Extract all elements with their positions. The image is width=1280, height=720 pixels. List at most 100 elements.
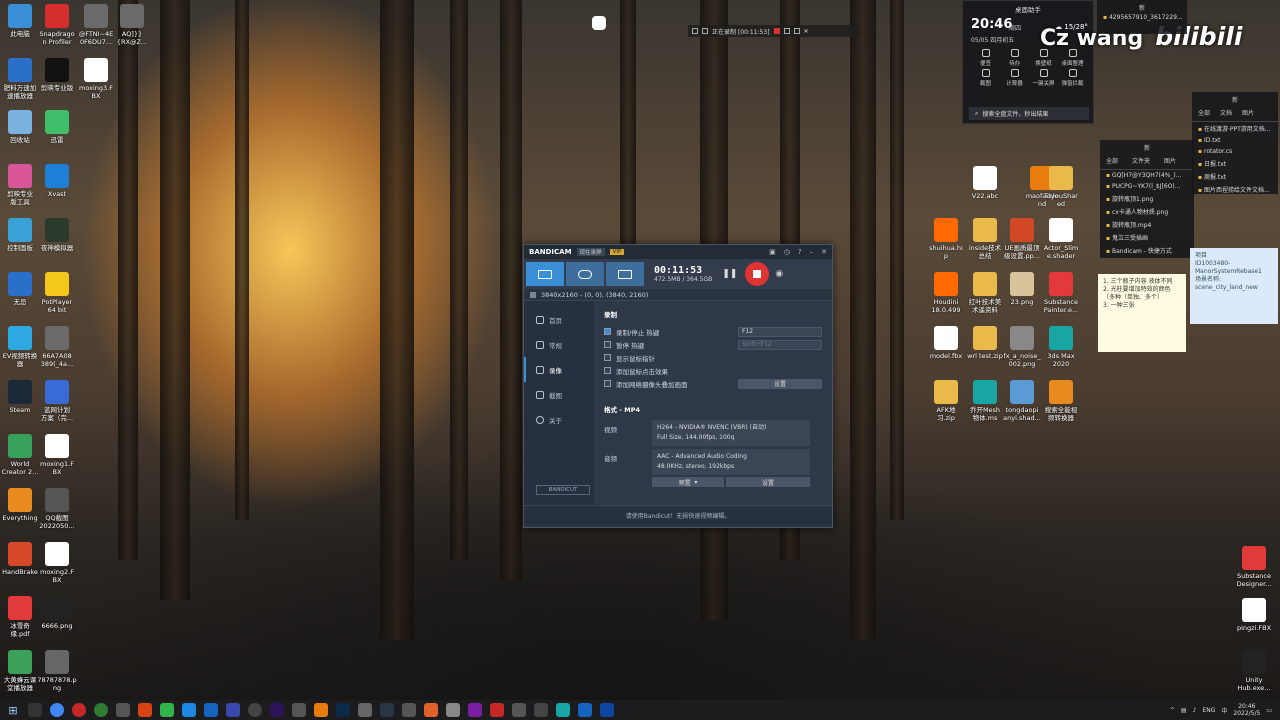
desktop-icon[interactable]: 78787878.p ng — [37, 650, 77, 692]
unity-icon[interactable] — [512, 703, 526, 717]
list-item[interactable]: 日报.txt — [1192, 157, 1278, 170]
stop-button[interactable] — [745, 262, 770, 286]
desktop-icon[interactable]: Substance Painter.e... — [1041, 272, 1081, 314]
chrome-icon[interactable] — [50, 703, 64, 717]
calculator-button[interactable]: 计算器 — [1000, 69, 1029, 87]
desktop-icon[interactable]: Xvast — [37, 164, 77, 198]
desktop-icon[interactable]: shuihua.hi p — [926, 218, 966, 260]
list-item[interactable]: 鬼泣三受插画 — [1100, 231, 1194, 244]
desktop-icon[interactable]: 回收站 — [0, 110, 40, 144]
close-icon[interactable]: ✕ — [804, 28, 809, 35]
network-icon[interactable]: ▤ — [1181, 707, 1187, 714]
desktop-icon[interactable]: 蓝网计划 方案（完... — [37, 380, 77, 422]
desktop-icon[interactable]: moxing2.F BX — [37, 542, 77, 584]
ime-mode[interactable]: 中 — [1221, 706, 1227, 715]
desktop-icon[interactable]: 冰雪奇 缘.pdf — [0, 596, 40, 638]
format-settings-button[interactable]: 设置 — [726, 477, 810, 487]
list-item[interactable]: cx卡通人物材质.png — [1100, 205, 1194, 218]
app-icon[interactable] — [292, 703, 306, 717]
pause-hotkey-row[interactable]: 暂停 热键 Shift+F12 — [604, 338, 822, 351]
app-icon[interactable] — [490, 703, 504, 717]
start-button-icon[interactable]: ⊞ — [4, 701, 22, 719]
sidebar-item-screenshot[interactable]: 截图 — [524, 382, 594, 407]
desktop-icon[interactable]: 控制面板 — [0, 218, 40, 252]
desktop-icon[interactable]: tongdaopi anyi.shad... — [1002, 380, 1042, 422]
tray-chevron-icon[interactable]: ^ — [1170, 707, 1175, 714]
app-icon[interactable] — [600, 703, 614, 717]
tab-image[interactable]: 图片 — [1164, 156, 1176, 165]
desktop-icon[interactable]: moxing1.F BX — [37, 434, 77, 476]
list-item[interactable]: 图片西捏捞给文件文档... — [1192, 183, 1278, 196]
folder-icon[interactable]: ▣ — [769, 248, 776, 256]
organize-button[interactable]: 桌面整理 — [1058, 49, 1087, 67]
tab-docs[interactable]: 文档 — [1220, 108, 1232, 117]
desktop-icon[interactable]: 迅雷 — [37, 110, 77, 144]
recording-control-bar[interactable]: 正在录制 [00:11:53] ✕ — [688, 25, 860, 37]
app-icon[interactable] — [578, 703, 592, 717]
desktop-icon[interactable]: 乔开Mesh 物体.ms — [965, 380, 1005, 422]
desktop-icon[interactable]: Steam — [0, 380, 40, 414]
desktop-icon[interactable]: model.fbx — [926, 326, 966, 360]
list-item[interactable]: 在线渡游·PPT游用文档... — [1192, 122, 1278, 135]
desktop-icon[interactable]: pingzi.FBX — [1234, 598, 1274, 632]
desktop-icon[interactable]: Unity Hub.exe... — [1234, 650, 1274, 692]
tab-folder[interactable]: 文件夹 — [1132, 156, 1150, 165]
desktop-icon[interactable]: Substance Designer... — [1234, 546, 1274, 588]
app-icon[interactable] — [358, 703, 372, 717]
app-icon[interactable] — [446, 703, 460, 717]
sticky-note-yellow[interactable]: 1. 三个瓶子内容 液体不同 2. 光柱要增加特效的颜色（多种（单独、多个） 3… — [1098, 274, 1186, 352]
desktop-icon[interactable]: HandBrake — [0, 542, 40, 576]
desktop-icon[interactable]: inside技术 总结 — [965, 218, 1005, 260]
sidebar-item-video[interactable]: 录像 — [524, 357, 594, 382]
screenshot-button[interactable]: 截图 — [971, 69, 1000, 87]
preset-dropdown[interactable]: 预置 ▾ — [652, 477, 724, 487]
desktop-icon[interactable]: PotPlayer 64 bit — [37, 272, 77, 314]
popup-block-button[interactable]: 弹窗拦截 — [1058, 69, 1087, 87]
desktop-icon[interactable]: EV视频转换 器 — [0, 326, 40, 368]
desktop-icon[interactable]: wrl test.zip — [965, 326, 1005, 360]
desktop-icon[interactable]: fx_a_noise_ 002.png — [1002, 326, 1042, 368]
volume-icon[interactable]: ♪ — [1193, 707, 1197, 714]
bandicam-footer[interactable]: 请使用Bandicut！无损快速视频编辑。 — [524, 505, 832, 525]
screenshot-camera-icon[interactable]: ◉ — [775, 269, 783, 279]
3dsmax-icon[interactable] — [556, 703, 570, 717]
desktop-icon[interactable]: 6666.png — [37, 596, 77, 630]
desktop-icon[interactable]: 66A7A08 389(_4a... — [37, 326, 77, 368]
sidebar-item-home[interactable]: 首页 — [524, 307, 594, 332]
app-icon[interactable] — [424, 703, 438, 717]
desktop-icon[interactable]: 剪映专业版 — [37, 58, 77, 92]
minimize-button[interactable]: – — [810, 248, 814, 256]
desktop-icon[interactable]: AFK地 习.zip — [926, 380, 966, 422]
record-app-icon[interactable] — [72, 703, 86, 717]
sticky-note-blue[interactable]: 项目 ID1003480- ManorSystemRebase1 场景名称: s… — [1190, 248, 1278, 324]
desktop-icon[interactable]: 肥料万速加 速播放器 — [0, 58, 40, 100]
desktop-icon[interactable]: 无忌 — [0, 272, 40, 306]
pen-icon[interactable] — [793, 28, 800, 34]
tab-image[interactable]: 图片 — [1242, 108, 1254, 117]
webcam-overlay-row[interactable]: 添加网络摄像头叠加画面 设置 — [604, 377, 822, 390]
app-icon[interactable] — [116, 703, 130, 717]
show-cursor-row[interactable]: 显示鼠标指针 — [604, 351, 822, 364]
task-view-icon[interactable] — [28, 703, 42, 717]
pause-button[interactable]: ❚❚ — [722, 269, 737, 279]
desktop-icon[interactable]: Everything — [0, 488, 40, 522]
app-icon[interactable] — [468, 703, 482, 717]
tab-all[interactable]: 全部 — [1198, 108, 1210, 117]
window-mode-icon[interactable] — [692, 28, 698, 34]
game-record-mode-button[interactable] — [566, 262, 604, 286]
desktop-icon[interactable]: AQ]}} {RX@Z... — [112, 4, 152, 46]
desktop-icon[interactable]: 此电脑 — [0, 4, 40, 38]
photoshop-icon[interactable] — [336, 703, 350, 717]
desktop-icon[interactable]: 23.png — [1002, 272, 1042, 306]
app-icon[interactable] — [226, 703, 240, 717]
record-hotkey-row[interactable]: 录制/停止 热键 F12 — [604, 325, 822, 338]
app-icon[interactable] — [248, 703, 262, 717]
after-effects-icon[interactable] — [270, 703, 284, 717]
assistant-search[interactable]: ⌕ 搜索全盘文件，秒出结果 — [969, 107, 1089, 120]
desktop-icon[interactable]: @FTNI~4E 0F6DU7... — [76, 4, 116, 46]
list-item[interactable]: 周报.txt — [1192, 170, 1278, 183]
desktop-icon[interactable]: 搜索全能视 频转换器 — [1041, 380, 1081, 422]
list-item[interactable]: 旋转瓶顶.mp4 — [1100, 218, 1194, 231]
list-item[interactable]: GQ[H7@Y3QH7(4%_)... — [1100, 170, 1194, 181]
desktop-icon[interactable]: 大黄蜂云课 堂播放器 — [0, 650, 40, 692]
